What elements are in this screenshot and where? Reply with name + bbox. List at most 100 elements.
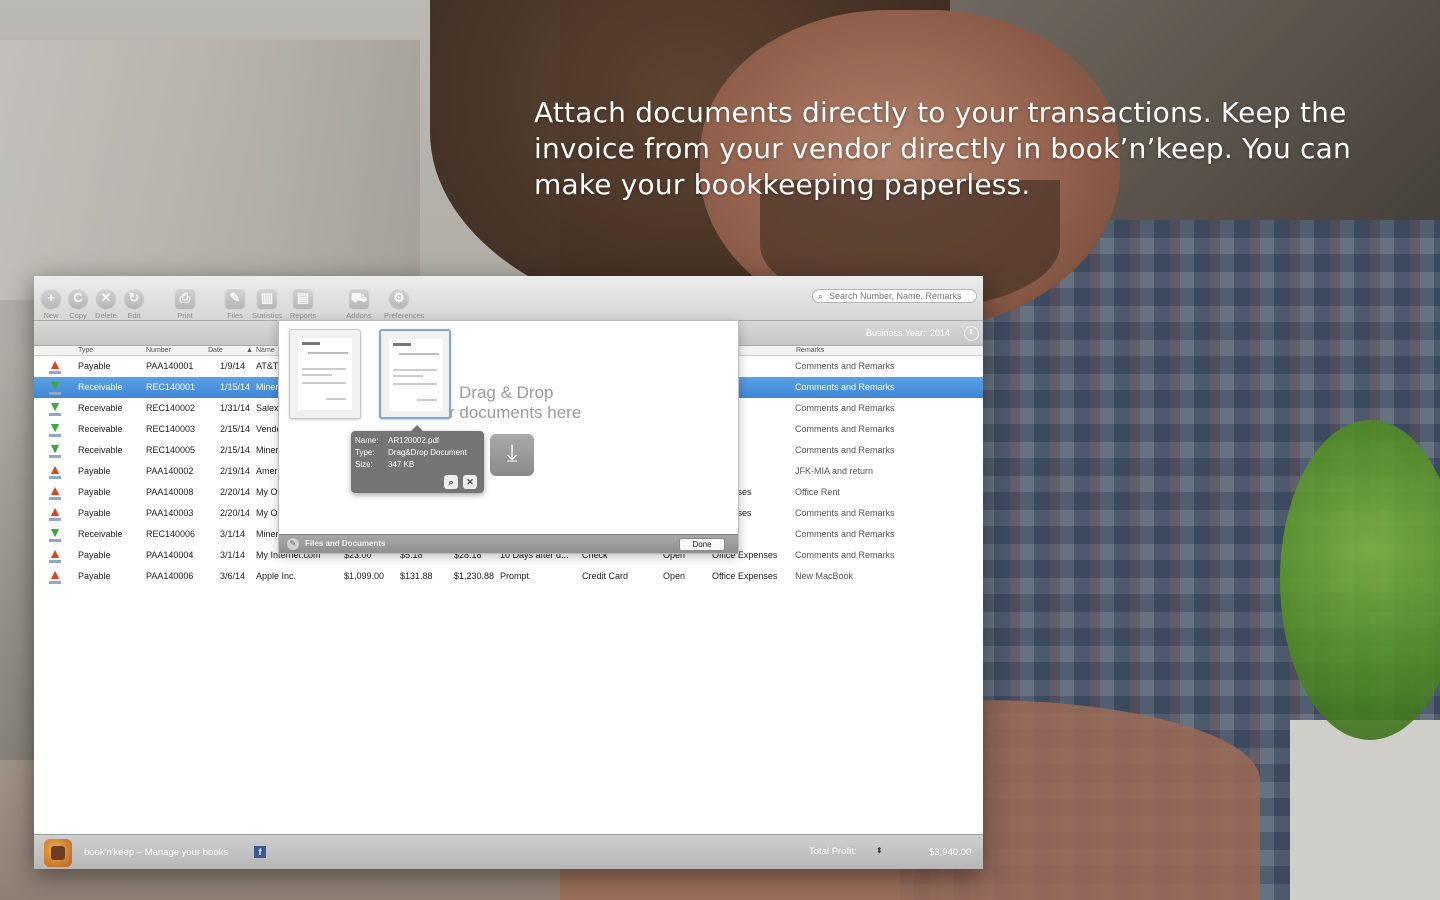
files-button[interactable]: ✎ Files [220,288,250,320]
cell-remarks: Comments and Remarks [795,382,895,392]
cell-date: 2/20/14 [220,508,251,518]
document-thumbnail[interactable] [289,329,361,419]
file-size: 347 KB [388,460,415,469]
payable-arrow-icon: ▲ [46,461,64,479]
cell-type: Receivable [78,403,123,413]
preferences-button[interactable]: ⚙ Preferences [384,288,424,320]
payable-arrow-icon: ▲ [46,503,64,521]
cell-date: 2/15/14 [220,445,251,455]
cell-number: PAA140008 [146,487,194,497]
table-row[interactable]: ▲ Payable PAA140006 3/6/14 Apple Inc. $1,099.… [34,566,983,587]
payable-arrow-icon: ▲ [46,566,64,584]
cell-date: 2/20/14 [220,487,251,497]
facebook-icon[interactable]: f [254,846,266,858]
cell-name: My Of [256,487,280,497]
cell-name: Apple Inc. [256,571,297,581]
cell-name: Miner [256,382,279,392]
panel-title: Files and Documents [305,539,386,548]
receivable-arrow-icon: ▼ [46,419,64,437]
file-name: AR120002.pdf [388,436,440,445]
cell-number: PAA140006 [146,571,194,581]
cell-terms: Prompt [500,571,530,581]
plus-icon: + [41,288,61,308]
reports-button[interactable]: ▤ Reports [288,288,318,320]
toolbar: + New C Copy ✕ Delete ↻ Edit ⎙ Print ✎ F… [34,276,983,321]
cell-remarks: Comments and Remarks [795,403,895,413]
cell-method: Credit Card [582,571,629,581]
profit-selector-icon[interactable]: ⬍ [876,846,883,855]
cell-remarks: New MacBook [795,571,854,581]
copy-icon: C [68,288,88,308]
copy-button[interactable]: C Copy [63,288,93,320]
paperclip-icon: ✎ [225,288,245,308]
col-date[interactable]: Date [208,346,223,356]
remove-icon[interactable]: ✕ [463,475,477,489]
new-button[interactable]: + New [36,288,66,320]
cell-type: Payable [78,487,111,497]
total-profit-value: $3,940.00 [929,847,972,858]
cell-status: Open [663,571,686,581]
cell-remarks: Comments and Remarks [795,529,895,539]
cell-number: REC140002 [146,403,196,413]
cell-remarks: Comments and Remarks [795,508,895,518]
search-icon: ⌕ [818,291,824,301]
cell-name: My Of [256,508,280,518]
col-name[interactable]: Name [256,346,275,356]
status-title: book'n'keep – Manage your books [84,847,229,858]
status-bar: book'n'keep – Manage your books f Total … [34,834,983,869]
cell-date: 1/31/14 [220,403,251,413]
paperclip-icon: ✎ [287,538,299,550]
files-documents-panel: Drag & Drop r documents here ⤓ Name: AR1… [278,320,739,554]
cell-number: REC140003 [146,424,196,434]
download-icon[interactable]: ⤓ [490,434,534,476]
print-button[interactable]: ⎙ Print [170,288,200,320]
clock-icon[interactable] [964,326,979,341]
cell-tax: $131.88 [400,571,433,581]
cell-date: 3/1/14 [220,550,246,560]
marketing-headline: Attach documents directly to your transa… [534,96,1351,201]
delete-icon: ✕ [96,288,116,308]
cell-type: Receivable [78,382,123,392]
cell-number: REC140005 [146,445,196,455]
business-year-label: Business Year: [866,328,926,338]
cell-remarks: JFK-MIA and return [795,466,874,476]
statistics-button[interactable]: ▥ Statistics [252,288,282,320]
col-number[interactable]: Number [146,346,171,356]
cell-date: 3/6/14 [220,571,246,581]
cell-amount: $1,099.00 [344,571,385,581]
col-remarks[interactable]: Remarks [796,346,824,356]
cell-date: 3/1/14 [220,529,246,539]
edit-icon: ↻ [124,288,144,308]
col-type[interactable]: Type [78,346,93,356]
cell-number: PAA140001 [146,361,194,371]
document-thumbnail-selected[interactable] [379,329,451,419]
receivable-arrow-icon: ▼ [46,377,64,395]
search-input[interactable]: ⌕ Search Number, Name, Remarks [812,289,977,303]
drop-zone-text: Drag & Drop [459,383,554,402]
done-button[interactable]: Done [679,538,725,551]
cell-date: 1/9/14 [220,361,246,371]
payable-arrow-icon: ▲ [46,356,64,374]
cell-number: PAA140002 [146,466,194,476]
addons-button[interactable]: ⛟ Addons [344,288,374,320]
preview-icon[interactable]: ⌕ [444,475,458,489]
business-year-value[interactable]: 2014 [930,328,950,338]
sort-ascending-icon: ▲ [246,347,253,354]
edit-button[interactable]: ↻ Edit [119,288,149,320]
cell-number: PAA140003 [146,508,194,518]
delete-button[interactable]: ✕ Delete [91,288,121,320]
cell-number: REC140001 [146,382,196,392]
cell-date: 2/15/14 [220,424,251,434]
cell-type: Payable [78,508,111,518]
cell-type: Payable [78,571,111,581]
cell-type: Payable [78,550,111,560]
file-info-popover: Name: AR120002.pdf Type: Drag&Drop Docum… [351,425,484,493]
panel-footer: ✎ Files and Documents Done [279,534,738,553]
cell-date: 2/19/14 [220,466,251,476]
cell-name: Ameri [256,466,280,476]
app-window: + New C Copy ✕ Delete ↻ Edit ⎙ Print ✎ F… [34,276,983,869]
cell-remarks: Comments and Remarks [795,445,895,455]
cell-remarks: Office Rent [795,487,840,497]
reports-icon: ▤ [293,288,313,308]
cell-date: 1/15/14 [220,382,251,392]
